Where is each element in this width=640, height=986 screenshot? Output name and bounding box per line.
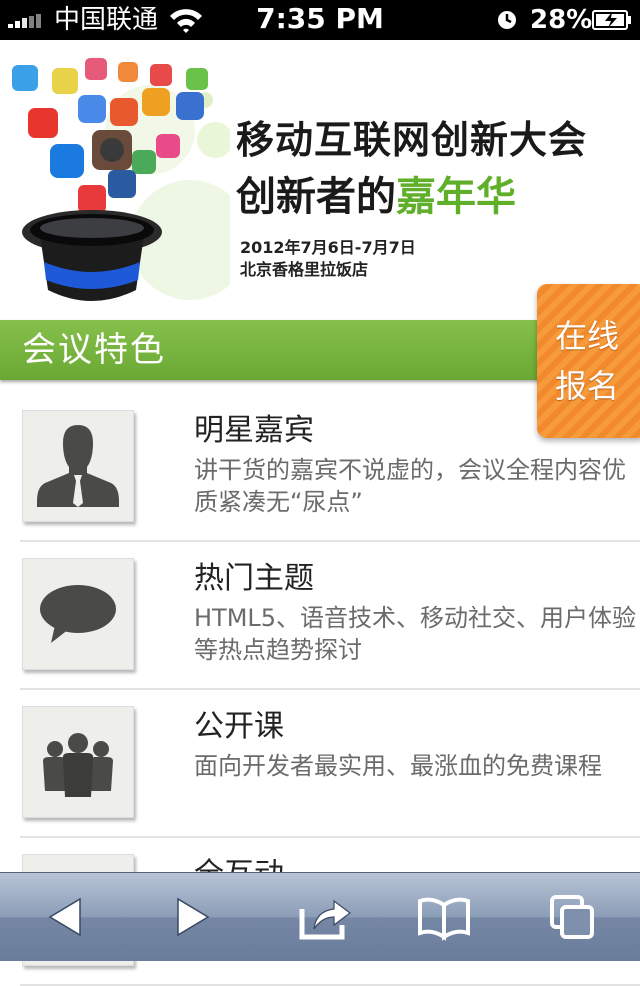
- feature-title: 热门主题: [194, 561, 314, 596]
- bookmarks-icon[interactable]: [414, 889, 474, 945]
- magic-hat-illustration: [12, 58, 230, 301]
- feature-description: 面向开发者最实用、最涨血的免费课程: [194, 752, 602, 780]
- conference-title: 移动互联网创新大会: [236, 118, 588, 162]
- section-title: 会议特色: [22, 330, 166, 370]
- feature-title: 明星嘉宾: [194, 413, 314, 448]
- speech-bubble-icon: [40, 585, 116, 643]
- conference-date: 2012年7月6日-7月7日: [240, 238, 416, 257]
- feature-thumbnail: [22, 410, 134, 522]
- feature-thumbnail: [22, 706, 134, 818]
- orientation-lock-icon: [498, 11, 516, 29]
- slogan-part-1: 创新者的: [236, 174, 396, 220]
- conference-banner[interactable]: 移动互联网创新大会 创新者的嘉年华 2012年7月6日-7月7日 北京香格里拉饭…: [0, 40, 640, 320]
- status-bar: 中国联通 7:35 PM 28%: [0, 0, 640, 40]
- list-item[interactable]: 公开课 面向开发者最实用、最涨血的免费课程: [20, 688, 640, 838]
- feature-description: 讲干货的嘉宾不说虚的，会议全程内容优质紧凑无“尿点”: [194, 456, 626, 516]
- tabs-icon[interactable]: [542, 889, 602, 945]
- person-silhouette-icon: [37, 425, 119, 507]
- feature-thumbnail: [22, 558, 134, 670]
- forward-icon[interactable]: [162, 889, 222, 945]
- battery-icon: [592, 10, 631, 30]
- browser-toolbar: [0, 872, 640, 961]
- conference-slogan: 创新者的嘉年华: [236, 174, 516, 220]
- list-item[interactable]: 热门主题 HTML5、语音技术、移动社交、用户体验等热点趋势探讨: [20, 540, 640, 690]
- conference-venue: 北京香格里拉饭店: [240, 260, 369, 279]
- feature-description: HTML5、语音技术、移动社交、用户体验等热点趋势探讨: [194, 604, 637, 664]
- slogan-part-2: 嘉年华: [396, 174, 516, 220]
- list-item[interactable]: 明星嘉宾 讲干货的嘉宾不说虚的，会议全程内容优质紧凑无“尿点”: [20, 392, 640, 542]
- feature-title: 公开课: [194, 709, 284, 744]
- back-icon[interactable]: [36, 889, 96, 945]
- group-icon: [43, 733, 113, 797]
- register-label-line1: 在线: [555, 317, 620, 355]
- battery-percentage: 28%: [530, 5, 593, 35]
- share-icon[interactable]: [296, 889, 356, 945]
